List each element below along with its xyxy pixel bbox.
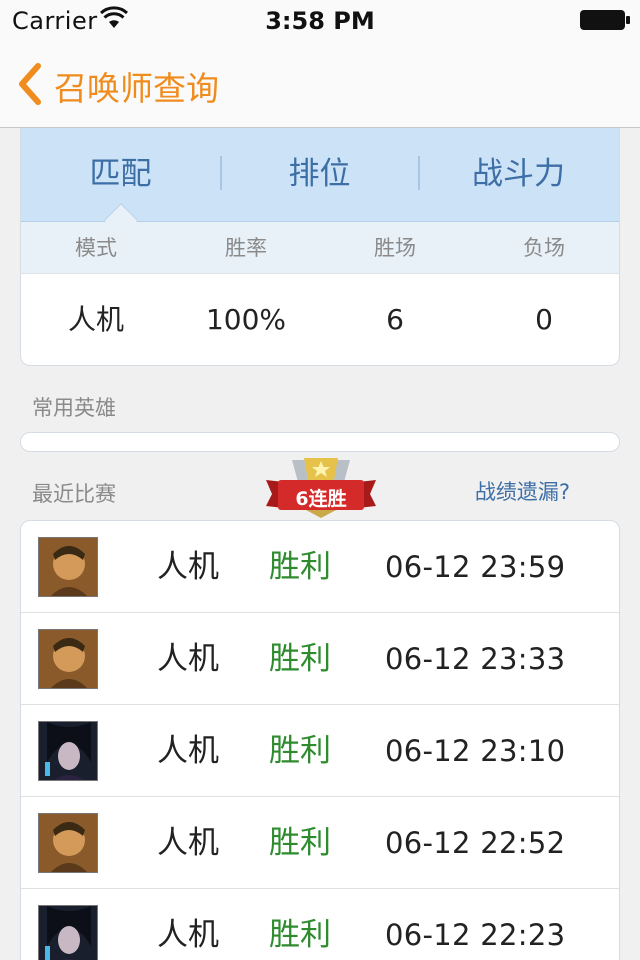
hero-avatar: [38, 629, 98, 689]
missing-record-link[interactable]: 战绩遗漏?: [475, 476, 570, 506]
match-mode: 人机: [157, 733, 219, 769]
hero-avatar: [38, 537, 98, 597]
page-title: 召唤师查询: [54, 69, 219, 108]
header-losses: 负场: [523, 236, 565, 260]
header-mode: 模式: [75, 236, 117, 260]
match-result: 胜利: [269, 733, 331, 769]
value-mode: 人机: [67, 303, 124, 336]
match-mode: 人机: [157, 549, 219, 585]
match-mode: 人机: [157, 917, 219, 953]
value-losses: 0: [535, 303, 553, 336]
section-label-recent: 最近比赛: [32, 482, 116, 506]
hero-avatar: [38, 813, 98, 873]
match-row[interactable]: 人机 胜利 06-12 22:52: [21, 797, 619, 889]
match-result: 胜利: [269, 549, 331, 585]
match-mode: 人机: [157, 641, 219, 677]
match-time: 06-12 22:52: [385, 826, 566, 860]
match-row[interactable]: 人机 胜利 06-12 23:59: [21, 521, 619, 613]
section-label-heroes: 常用英雄: [32, 396, 116, 420]
hero-warrior-icon: [39, 814, 97, 872]
nav-bar: 召唤师查询: [0, 40, 640, 128]
tab-ranked[interactable]: 排位: [220, 128, 419, 222]
match-result: 胜利: [269, 825, 331, 861]
match-row[interactable]: 人机 胜利 06-12 22:23: [21, 889, 619, 960]
hero-warrior-icon: [39, 630, 97, 688]
back-chevron-icon[interactable]: [14, 62, 44, 106]
hero-avatar: [38, 721, 98, 781]
stats-header-row: 模式 胜率 胜场 负场: [21, 222, 619, 274]
common-heroes-panel: [20, 432, 620, 452]
match-time: 06-12 23:10: [385, 734, 566, 768]
match-time: 06-12 23:59: [385, 550, 566, 584]
win-streak-badge: 6连胜: [266, 452, 376, 518]
header-win-rate: 胜率: [225, 236, 267, 260]
value-wins: 6: [386, 303, 404, 336]
match-mode: 人机: [157, 825, 219, 861]
match-time: 06-12 23:33: [385, 642, 566, 676]
battery-icon: [580, 10, 630, 30]
match-result: 胜利: [269, 917, 331, 953]
streak-label: 6连胜: [295, 488, 347, 510]
mode-tabs: 匹配 排位 战斗力: [21, 128, 619, 222]
match-row[interactable]: 人机 胜利 06-12 23:33: [21, 613, 619, 705]
hero-mage-icon: [39, 906, 97, 960]
hero-warrior-icon: [39, 538, 97, 596]
header-wins: 胜场: [374, 236, 416, 260]
hero-mage-icon: [39, 722, 97, 780]
clock: 3:58 PM: [265, 7, 375, 35]
tab-combat-power[interactable]: 战斗力: [419, 128, 618, 222]
recent-matches-list: 人机 胜利 06-12 23:59 人机 胜利 06-12 23:33 人机 胜…: [20, 520, 620, 960]
status-bar: Carrier 3:58 PM: [0, 0, 640, 40]
stats-value-row: 人机 100% 6 0: [21, 274, 619, 365]
match-result: 胜利: [269, 641, 331, 677]
hero-avatar: [38, 905, 98, 960]
match-time: 06-12 22:23: [385, 918, 566, 952]
match-row[interactable]: 人机 胜利 06-12 23:10: [21, 705, 619, 797]
value-win-rate: 100%: [205, 303, 287, 336]
stats-card: 匹配 排位 战斗力 模式 胜率 胜场 负场 人机 100% 6 0: [20, 128, 620, 366]
